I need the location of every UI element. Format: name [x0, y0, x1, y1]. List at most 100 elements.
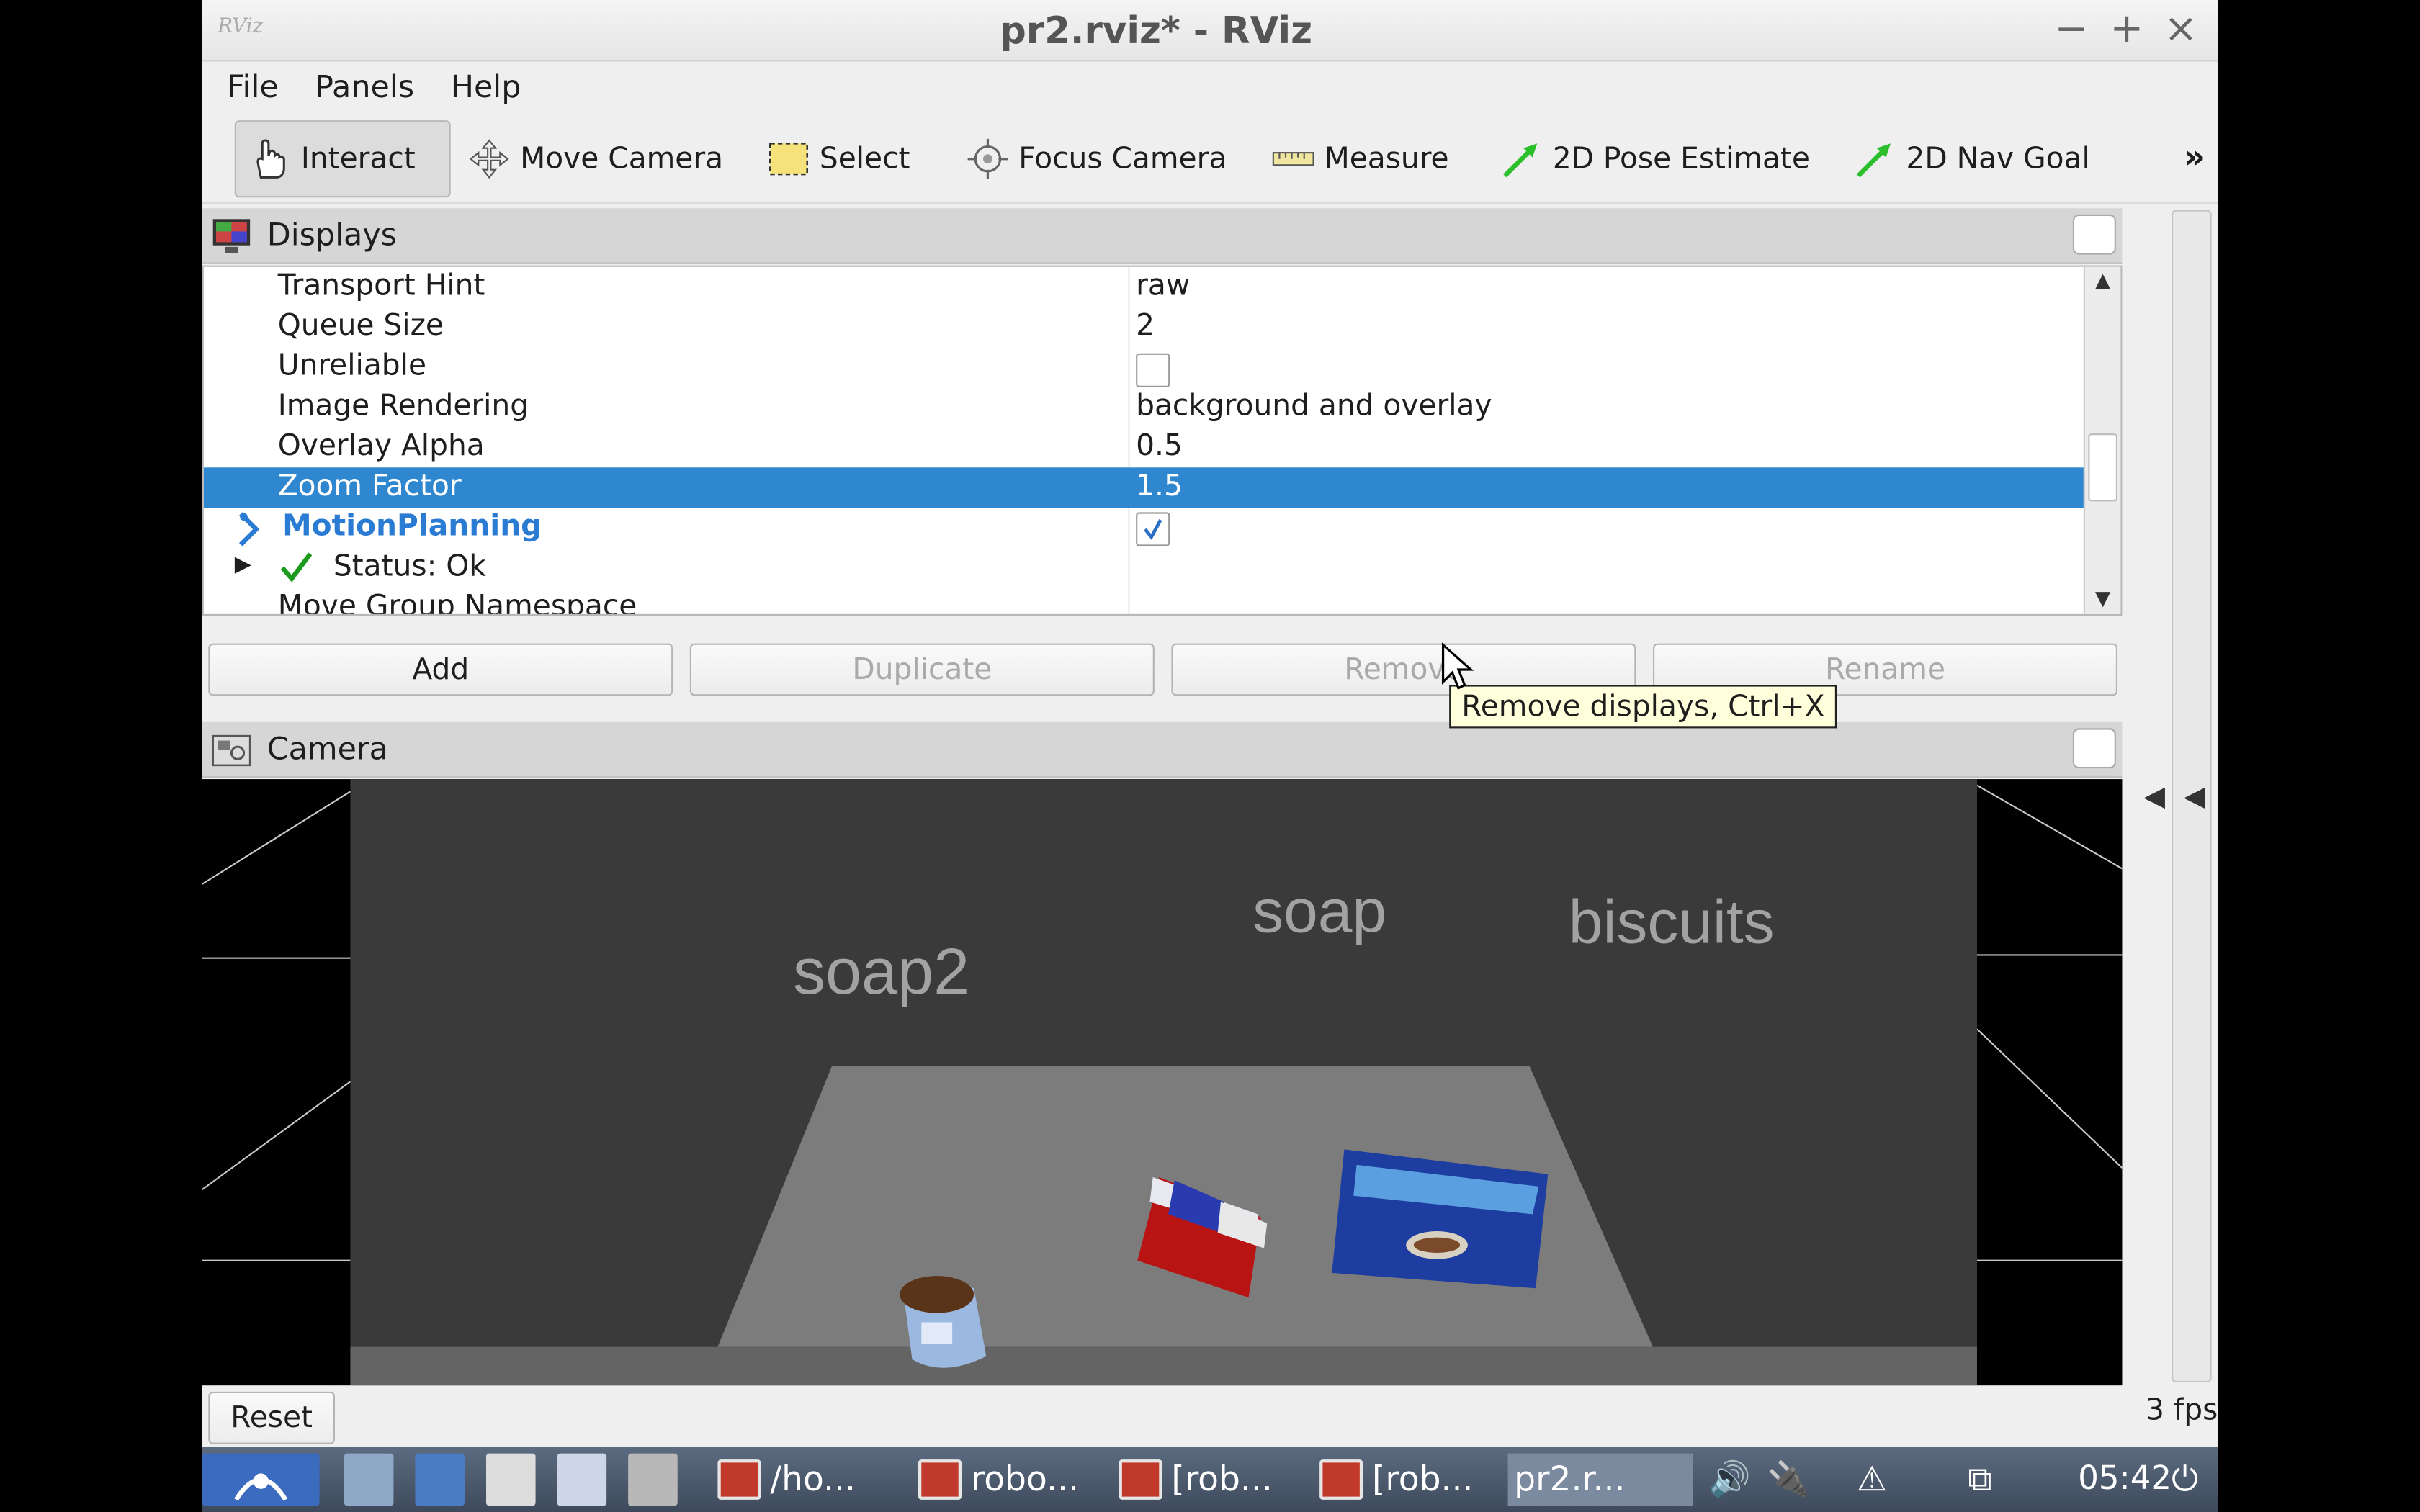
taskbar-item[interactable]: [rob...	[1119, 1454, 1273, 1506]
property-row[interactable]: Transport Hint raw	[204, 267, 2087, 307]
camera-view[interactable]: soap2 soap biscuits	[202, 779, 2123, 1386]
close-button[interactable]: ×	[2158, 6, 2204, 53]
property-row[interactable]: Queue Size 2	[204, 307, 2087, 347]
property-value[interactable]: 2	[1136, 309, 1155, 343]
soap-label: soap	[1252, 876, 1386, 945]
scroll-up-icon[interactable]: ▲	[2085, 270, 2120, 293]
taskbar-item[interactable]: robo...	[918, 1454, 1079, 1506]
property-label: Zoom Factor	[277, 469, 462, 503]
tool-focus-camera[interactable]: Focus Camera	[952, 120, 1240, 197]
blank-launcher-icon[interactable]	[628, 1453, 678, 1506]
rviz-launcher-icon[interactable]	[557, 1453, 607, 1506]
scroll-thumb[interactable]	[2088, 433, 2118, 502]
title-bar[interactable]: RViz pr2.rviz* - RViz − + ×	[202, 0, 2218, 62]
minimize-button[interactable]: −	[2048, 6, 2094, 53]
add-button[interactable]: Add	[208, 643, 673, 696]
displays-panel-header: Displays	[202, 208, 2123, 264]
terminal-icon	[918, 1459, 962, 1500]
alert-icon[interactable]: ⚠	[1857, 1454, 1887, 1506]
property-label: Transport Hint	[277, 268, 485, 302]
camera-icon	[212, 732, 252, 768]
checkmark-icon	[278, 549, 315, 591]
toolbar-overflow-button[interactable]: »	[2184, 139, 2205, 178]
network-icon[interactable]	[415, 1453, 465, 1506]
status-label: Status: Ok	[333, 549, 486, 583]
menu-panels[interactable]: Panels	[315, 68, 414, 104]
remove-tooltip: Remove displays, Ctrl+X	[1449, 685, 1837, 729]
property-row[interactable]: Move Group Namespace	[204, 588, 2087, 616]
tool-interact[interactable]: Interact	[234, 120, 451, 198]
status-bar: Reset 3 fps	[202, 1385, 2218, 1447]
maximize-button[interactable]: +	[2104, 6, 2150, 53]
expand-arrow-icon[interactable]: ▶	[235, 552, 251, 577]
tool-2d-pose-estimate-label: 2D Pose Estimate	[1552, 142, 1810, 176]
property-row[interactable]: Image Rendering background and overlay	[204, 387, 2087, 428]
display-name: MotionPlanning	[282, 509, 542, 544]
power-plug-icon[interactable]: 🔌	[1767, 1454, 1810, 1506]
dock-left-arrow-icon[interactable]: ◀	[2184, 780, 2205, 813]
menu-file[interactable]: File	[227, 68, 279, 104]
camera-undock-checkbox[interactable]	[2072, 728, 2116, 769]
tool-2d-pose-estimate[interactable]: 2D Pose Estimate	[1487, 120, 1824, 197]
camera-render: soap2 soap biscuits	[202, 779, 2123, 1386]
displays-undock-checkbox[interactable]	[2072, 214, 2116, 255]
property-label: Image Rendering	[277, 389, 529, 423]
display-enabled-checkbox[interactable]	[1136, 512, 1170, 546]
taskbar-item-label: [rob...	[1171, 1460, 1273, 1499]
taskbar-item-label: [rob...	[1372, 1460, 1474, 1499]
tool-interact-label: Interact	[300, 142, 416, 176]
taskbar-item[interactable]: [rob...	[1319, 1454, 1473, 1506]
property-value[interactable]: raw	[1136, 269, 1190, 302]
window-icon[interactable]	[486, 1453, 536, 1506]
power-icon[interactable]: ⏻	[2172, 1454, 2198, 1506]
camera-panel-header: Camera	[202, 721, 2123, 778]
terminal-icon	[1319, 1459, 1363, 1500]
taskbar-item-label: /ho...	[770, 1460, 856, 1499]
display-item-motionplanning[interactable]: MotionPlanning	[204, 508, 2087, 548]
tool-move-camera[interactable]: Move Camera	[454, 120, 737, 197]
reset-button[interactable]: Reset	[208, 1391, 335, 1444]
menu-help[interactable]: Help	[451, 68, 521, 104]
tool-measure[interactable]: Measure	[1258, 120, 1462, 197]
property-row[interactable]: Unreliable	[204, 347, 2087, 387]
displays-tree: Transport Hint raw Queue Size 2 Unreliab…	[202, 265, 2123, 616]
network-status-icon[interactable]: ⧉	[1968, 1454, 1992, 1506]
property-label: Overlay Alpha	[277, 428, 485, 463]
property-row[interactable]: Overlay Alpha 0.5	[204, 428, 2087, 468]
duplicate-button[interactable]: Duplicate	[689, 643, 1155, 696]
tool-move-camera-label: Move Camera	[520, 142, 724, 176]
tool-focus-camera-label: Focus Camera	[1018, 142, 1227, 176]
rviz-window: RViz pr2.rviz* - RViz − + × File Panels …	[202, 0, 2218, 1447]
unreliable-checkbox[interactable]	[1136, 353, 1170, 387]
biscuits-label: biscuits	[1569, 887, 1775, 956]
start-menu-button[interactable]	[202, 1453, 320, 1506]
tool-2d-nav-goal[interactable]: 2D Nav Goal	[1839, 120, 2104, 197]
volume-icon[interactable]: 🔊	[1708, 1454, 1751, 1506]
taskbar-item-label: robo...	[970, 1460, 1079, 1499]
move-camera-icon	[467, 138, 511, 181]
scroll-down-icon[interactable]: ▼	[2085, 588, 2120, 611]
select-icon	[767, 138, 810, 181]
window-title: pr2.rviz* - RViz	[999, 9, 1313, 53]
tool-measure-label: Measure	[1324, 142, 1449, 176]
property-row-selected[interactable]: Zoom Factor 1.5	[203, 467, 2087, 508]
focus-camera-icon	[966, 138, 1009, 181]
green-arrow-icon	[1854, 138, 1897, 181]
tool-select[interactable]: Select	[753, 120, 924, 197]
status-row[interactable]: ▶ Status: Ok	[204, 548, 2087, 588]
menu-bar: File Panels Help	[202, 61, 2218, 108]
taskbar-item-active[interactable]: pr2.r...	[1507, 1453, 1693, 1506]
displays-scrollbar[interactable]: ▲ ▼	[2083, 266, 2121, 614]
taskbar-item-label: pr2.r...	[1514, 1460, 1626, 1499]
file-manager-icon[interactable]	[344, 1453, 394, 1506]
property-label: Move Group Namespace	[277, 589, 637, 616]
taskbar-item[interactable]: /ho...	[717, 1454, 856, 1506]
property-value[interactable]: background and overlay	[1136, 389, 1492, 423]
property-value[interactable]: 1.5	[1136, 469, 1183, 503]
hand-icon	[248, 138, 292, 181]
property-value[interactable]: 0.5	[1136, 429, 1183, 463]
camera-title: Camera	[266, 729, 388, 767]
monitor-icon	[212, 217, 252, 254]
dock-left-arrow-icon[interactable]: ◀	[2143, 780, 2165, 813]
soap2-object	[900, 1276, 987, 1368]
